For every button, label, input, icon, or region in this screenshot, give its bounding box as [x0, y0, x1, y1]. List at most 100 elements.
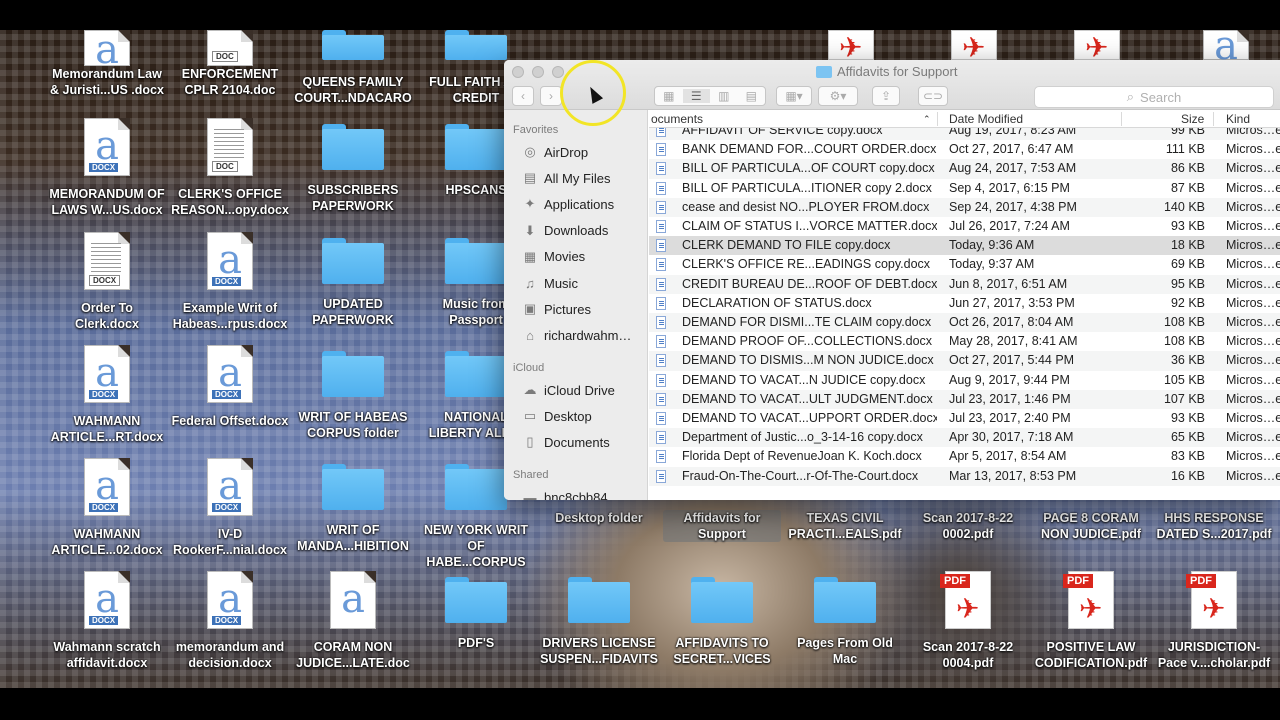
finder-window[interactable]: Affidavits for Support ‹ › ▦ ☰ ▥ ▤ ▦▾ ⚙▾…: [504, 60, 1280, 500]
desktop-icon-wahmann-article-02[interactable]: a DOCX WAHMANN ARTICLE...02.docx: [48, 458, 166, 558]
sidebar-item-bnc8cbb84[interactable]: ▬ bnc8cbb84…: [522, 487, 621, 501]
sidebar-item-downloads[interactable]: ⬇ Downloads: [522, 221, 609, 241]
folder-icon: [322, 351, 384, 397]
desktop-icon-coram-non-judice[interactable]: a CORAM NON JUDICE...LATE.doc: [294, 571, 412, 671]
desktop-icon-order-to-clerk[interactable]: DOCX Order To Clerk.docx: [48, 232, 166, 332]
desktop-icon-memorandum-law[interactable]: a Memorandum Law & Juristi...US .docx: [48, 30, 166, 98]
desktop-icon-hhs-response[interactable]: HHS RESPONSE DATED S...2017.pdf: [1155, 510, 1273, 542]
desktop-icon-desktop-folder[interactable]: Desktop folder: [540, 510, 658, 526]
desktop-icon-queens-family-court[interactable]: QUEENS FAMILY COURT...NDACARO: [294, 30, 412, 106]
desktop-icon-drivers-license[interactable]: DRIVERS LICENSE SUSPEN...FIDAVITS: [540, 571, 658, 667]
desktop-icon-enforcement[interactable]: DOC ENFORCEMENT CPLR 2104.doc: [171, 30, 289, 98]
desktop-icon-pdfs[interactable]: PDF'S: [417, 571, 535, 651]
desktop-icon-clerks-office[interactable]: DOC CLERK'S OFFICE REASON...opy.docx: [171, 118, 289, 218]
desktop-icon-federal-offset[interactable]: a DOCX Federal Offset.docx: [171, 345, 289, 429]
search-input[interactable]: ⌕ Search: [1034, 86, 1274, 108]
desktop-icon-writ-of-habeas[interactable]: WRIT OF HABEAS CORPUS folder: [294, 345, 412, 441]
action-button[interactable]: ⚙▾: [818, 86, 858, 106]
icon-label: DRIVERS LICENSE SUSPEN...FIDAVITS: [540, 636, 658, 666]
forward-button[interactable]: ›: [540, 86, 562, 106]
share-button[interactable]: ⇪: [872, 86, 900, 106]
desktop-icon-texas-civil[interactable]: TEXAS CIVIL PRACTI...EALS.pdf: [786, 510, 904, 542]
file-row[interactable]: Fraud-On-The-Court...r-Of-The-Court.docx…: [649, 466, 1280, 486]
coverflow-view-icon[interactable]: ▤: [738, 89, 766, 103]
desktop-icon-subscribers[interactable]: SUBSCRIBERS PAPERWORK: [294, 118, 412, 214]
file-row[interactable]: BANK DEMAND FOR...COURT ORDER.docx Oct 27…: [649, 140, 1280, 159]
desktop-icon-wahmann-scratch[interactable]: a DOCX Wahmann scratch affidavit.docx: [48, 571, 166, 671]
desktop-icon-pages-from-old-mac[interactable]: Pages From Old Mac: [786, 571, 904, 667]
file-row[interactable]: CLAIM OF STATUS I...VORCE MATTER.docx Jul…: [649, 217, 1280, 236]
file-row[interactable]: DECLARATION OF STATUS.docx Jun 27, 2017, …: [649, 294, 1280, 313]
close-button[interactable]: [512, 66, 524, 78]
sidebar-item-icloud-drive[interactable]: ☁ iCloud Drive: [522, 380, 615, 400]
column-header-date-modified[interactable]: Date Modified: [949, 112, 1023, 126]
file-date: Aug 19, 2017, 8:23 AM: [949, 128, 1077, 137]
file-row[interactable]: AFFIDAVIT OF SERVICE copy.docx Aug 19, 20…: [649, 128, 1280, 141]
file-row[interactable]: CREDIT BUREAU DE...ROOF OF DEBT.docx Jun …: [649, 274, 1280, 294]
search-placeholder: Search: [1140, 89, 1182, 105]
desktop-icon-affidavits-for-support[interactable]: Affidavits for Support: [663, 510, 781, 543]
desktop-icon-scan-0002[interactable]: Scan 2017-8-22 0002.pdf: [909, 510, 1027, 542]
desktop-icon-wahmann-article-rt[interactable]: a DOCX WAHMANN ARTICLE...RT.docx: [48, 345, 166, 445]
desktop-icon-memorandum-of-laws[interactable]: a DOCX MEMORANDUM OF LAWS W...US.docx: [48, 118, 166, 218]
desktop-icon-writ-of-mandamus[interactable]: WRIT OF MANDA...HIBITION: [294, 458, 412, 554]
back-button[interactable]: ‹: [512, 86, 534, 106]
file-rows[interactable]: AFFIDAVIT OF SERVICE copy.docx Aug 19, 20…: [649, 128, 1280, 500]
docx-file-icon: [656, 220, 666, 233]
desktop-icon-page-8-coram[interactable]: PAGE 8 CORAM NON JUDICE.pdf: [1032, 510, 1150, 542]
file-row[interactable]: BILL OF PARTICULA...ITIONER copy 2.docx S…: [649, 179, 1280, 198]
sidebar-item-desktop[interactable]: ▭ Desktop: [522, 406, 592, 426]
desktop-icon-iv-d[interactable]: a DOCX IV-D RookerF...nial.docx: [171, 458, 289, 558]
file-row[interactable]: BILL OF PARTICULA...OF COURT copy.docx Au…: [649, 159, 1280, 179]
desktop-icon-jurisdiction-pace[interactable]: PDF ✈ JURISDICTION- Pace v....cholar.pdf: [1155, 571, 1273, 671]
view-mode-switcher[interactable]: ▦ ☰ ▥ ▤: [654, 86, 766, 106]
file-row[interactable]: Department of Justic...o_3-14-16 copy.do…: [649, 428, 1280, 448]
sidebar-item-music[interactable]: ♫ Music: [522, 273, 578, 293]
file-date: Apr 30, 2017, 7:18 AM: [949, 430, 1074, 445]
arrange-button[interactable]: ▦▾: [776, 86, 812, 106]
desktop-icon-affidavits-to-secret[interactable]: AFFIDAVITS TO SECRET...VICES: [663, 571, 781, 667]
icon-view-icon[interactable]: ▦: [655, 89, 683, 103]
file-row[interactable]: CLERK DEMAND TO FILE copy.docx Today, 9:3…: [649, 236, 1280, 256]
minimize-button[interactable]: [532, 66, 544, 78]
file-row[interactable]: Florida Dept of RevenueJoan K. Koch.docx…: [649, 447, 1280, 466]
icon-label: AFFIDAVITS TO SECRET...VICES: [673, 636, 771, 666]
doc-file-icon: DOC: [207, 30, 253, 66]
sidebar-item-all-my-files[interactable]: ▤ All My Files: [522, 168, 611, 188]
file-row[interactable]: DEMAND TO VACAT...N JUDICE copy.docx Aug …: [649, 371, 1280, 390]
file-name: DEMAND FOR DISMI...TE CLAIM copy.docx: [682, 315, 932, 329]
file-size: 93 KB: [1170, 411, 1205, 425]
file-size: 105 KB: [1163, 372, 1205, 387]
sidebar-item-richardwahm[interactable]: ⌂ richardwahm…: [522, 325, 631, 345]
column-header-kind[interactable]: Kind: [1226, 112, 1250, 126]
sidebar-item-pictures[interactable]: ▣ Pictures: [522, 299, 591, 319]
sidebar-item-airdrop[interactable]: ◎ AirDrop: [522, 142, 588, 162]
sidebar-item-applications[interactable]: ✦ Applications: [522, 194, 615, 214]
file-row[interactable]: DEMAND FOR DISMI...TE CLAIM copy.docx Oct…: [649, 313, 1280, 333]
tags-button[interactable]: ⊂⊃: [918, 86, 948, 106]
list-view-icon[interactable]: ☰: [682, 89, 710, 103]
zoom-button[interactable]: [552, 66, 564, 78]
desktop-icon-positive-law[interactable]: PDF ✈ POSITIVE LAW CODIFICATION.pdf: [1032, 571, 1150, 671]
file-row[interactable]: DEMAND TO VACAT...ULT JUDGMENT.docx Jul 2…: [649, 389, 1280, 409]
desktop-icon-example-writ[interactable]: a DOCX Example Writ of Habeas...rpus.docx: [171, 232, 289, 332]
desktop-icon-scan-0004[interactable]: PDF ✈ Scan 2017-8-22 0004.pdf: [909, 571, 1027, 671]
file-row[interactable]: DEMAND PROOF OF...COLLECTIONS.docx May 28…: [649, 332, 1280, 351]
desktop-icon-updated-paperwork[interactable]: UPDATED PAPERWORK: [294, 232, 412, 328]
sort-ascending-icon: ⌃: [923, 114, 931, 124]
file-row[interactable]: DEMAND TO VACAT...UPPORT ORDER.docx Jul 2…: [649, 409, 1280, 428]
file-row[interactable]: CLERK'S OFFICE RE...EADINGS copy.docx Tod…: [649, 255, 1280, 274]
file-name: DEMAND TO VACAT...UPPORT ORDER.docx: [682, 411, 937, 425]
arrange-icon: ▦▾: [785, 89, 803, 103]
file-list[interactable]: ocuments ⌃ Date Modified Size Kind AFFID…: [649, 110, 1280, 500]
desktop-icon-memorandum-decision[interactable]: a DOCX memorandum and decision.docx: [171, 571, 289, 671]
column-view-icon[interactable]: ▥: [710, 89, 738, 103]
column-header-size[interactable]: Size: [1181, 112, 1204, 126]
applications-icon: ✦: [524, 196, 536, 212]
column-header-name[interactable]: ocuments: [651, 112, 703, 126]
file-row[interactable]: cease and desist NO...PLOYER FROM.docx Se…: [649, 197, 1280, 217]
sidebar-item-movies[interactable]: ▦ Movies: [522, 247, 585, 267]
file-row[interactable]: DEMAND TO DISMIS...M NON JUDICE.docx Oct …: [649, 351, 1280, 371]
sidebar-item-documents[interactable]: ▯ Documents: [522, 432, 609, 452]
file-size: 83 KB: [1170, 449, 1205, 464]
